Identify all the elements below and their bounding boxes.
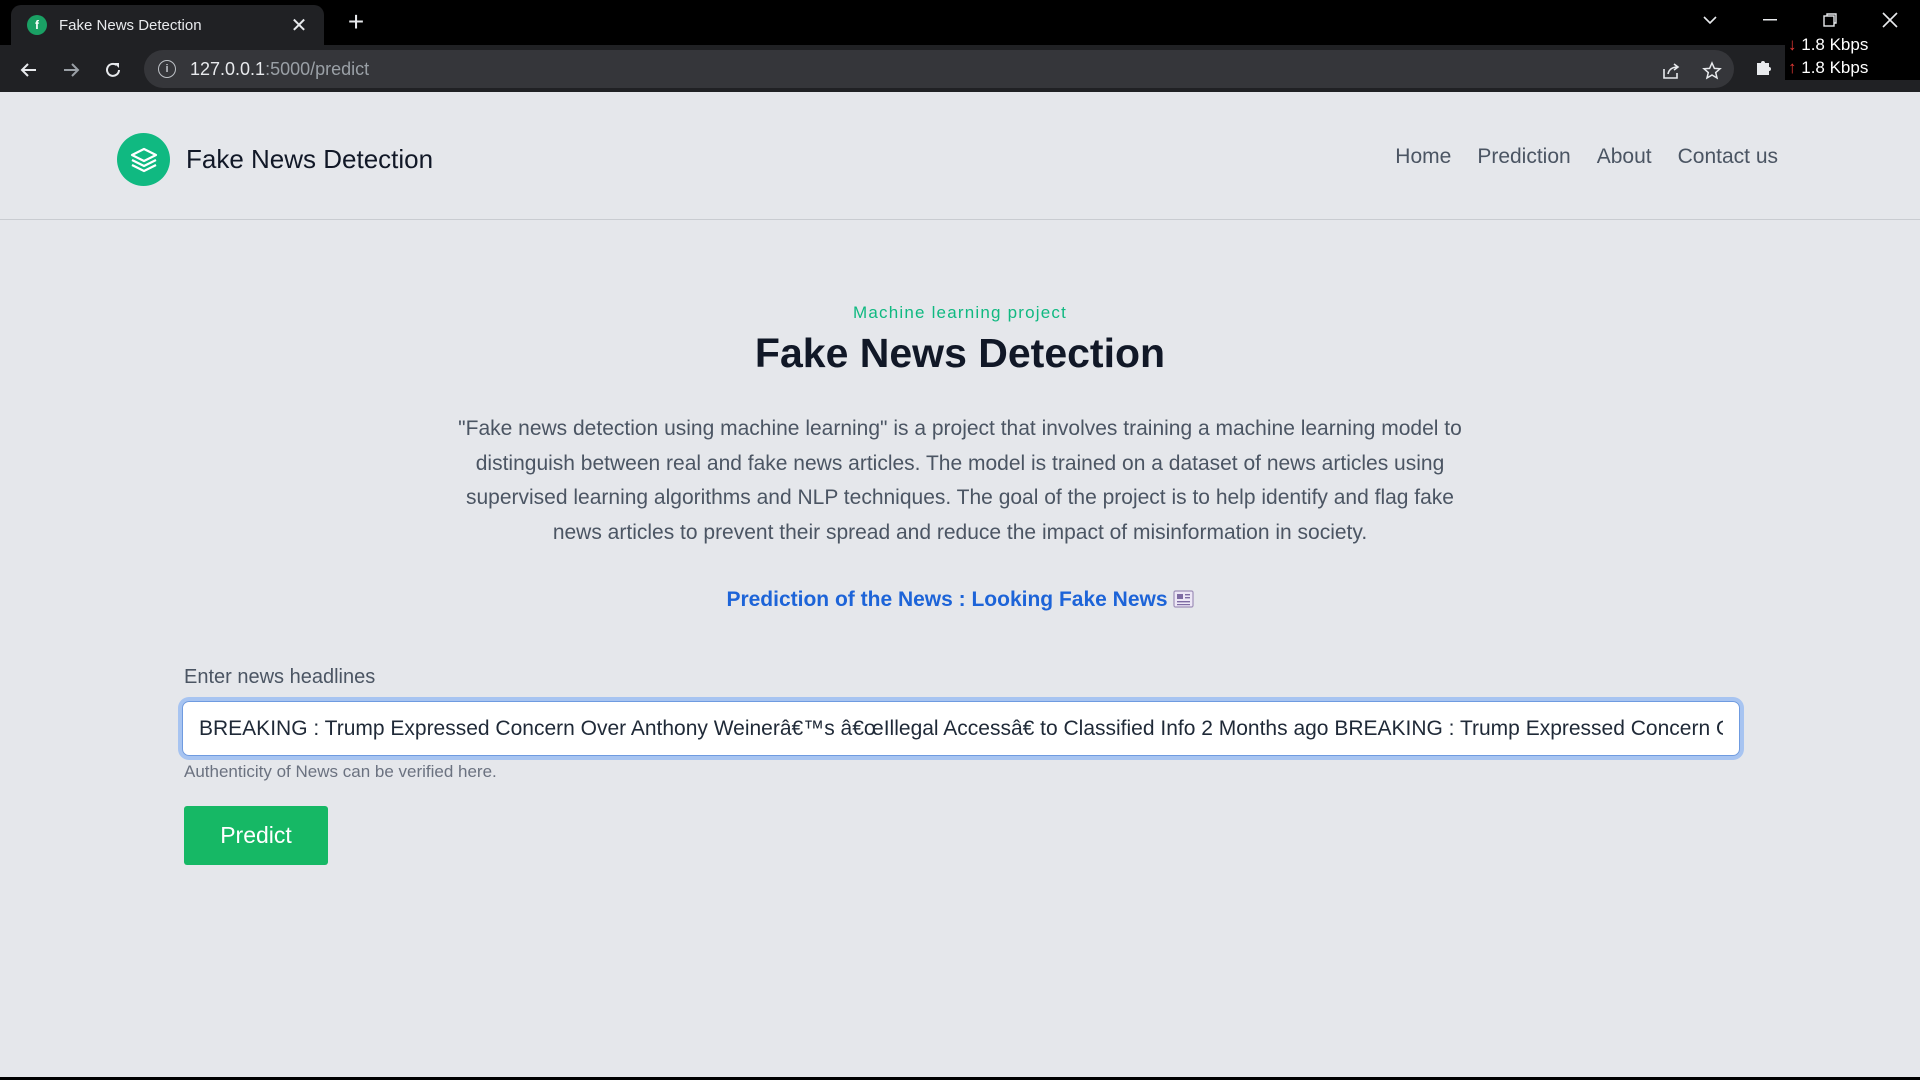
headline-input-wrapper: [182, 701, 1740, 756]
brand[interactable]: Fake News Detection: [117, 133, 433, 186]
star-icon[interactable]: [1700, 59, 1724, 83]
upload-speed: ↑ 1.8 Kbps: [1788, 56, 1920, 79]
nav-prediction[interactable]: Prediction: [1477, 145, 1570, 169]
address-bar[interactable]: i 127.0.0.1:5000/predict: [144, 50, 1734, 88]
main-nav: Home Prediction About Contact us: [1395, 145, 1778, 169]
browser-tab[interactable]: f Fake News Detection ✕: [11, 5, 324, 45]
url-host: 127.0.0.1: [190, 58, 266, 79]
download-arrow-icon: ↓: [1788, 35, 1797, 54]
newspaper-icon: [1172, 590, 1194, 614]
nav-home[interactable]: Home: [1395, 145, 1451, 169]
project-description: "Fake news detection using machine learn…: [458, 417, 1462, 544]
helper-text: Authenticity of News can be verified her…: [184, 762, 497, 781]
back-arrow-icon[interactable]: [14, 55, 44, 85]
page-content: Fake News Detection Home Prediction Abou…: [0, 92, 1920, 1076]
site-header: Fake News Detection Home Prediction Abou…: [0, 92, 1920, 220]
headline-input[interactable]: [182, 701, 1740, 756]
layers-icon: [117, 133, 170, 186]
new-tab-button[interactable]: +: [340, 6, 372, 38]
nav-contact[interactable]: Contact us: [1678, 145, 1778, 169]
reload-icon[interactable]: [98, 55, 128, 85]
prediction-text: Prediction of the News : Looking Fake Ne…: [726, 588, 1168, 611]
upload-arrow-icon: ↑: [1788, 58, 1797, 77]
predict-button[interactable]: Predict: [184, 806, 328, 865]
puzzle-icon[interactable]: [1752, 55, 1776, 79]
download-speed-text: 1.8 Kbps: [1801, 35, 1869, 54]
favicon-icon: f: [27, 15, 47, 35]
prediction-result: Prediction of the News : Looking Fake Ne…: [0, 588, 1920, 614]
url-text[interactable]: 127.0.0.1:5000/predict: [190, 59, 369, 80]
network-speed-overlay: ↓ 1.8 Kbps ↑ 1.8 Kbps: [1785, 33, 1920, 80]
headline-label: Enter news headlines: [184, 666, 376, 688]
browser-toolbar: i 127.0.0.1:5000/predict: [0, 45, 1920, 92]
eyebrow-text: Machine learning project: [852, 303, 1067, 322]
share-icon[interactable]: [1659, 59, 1683, 83]
tab-search-icon[interactable]: [1680, 0, 1740, 40]
page-title: Fake News Detection: [754, 330, 1166, 376]
url-path: :5000/predict: [265, 58, 370, 79]
forward-arrow-icon[interactable]: [56, 55, 86, 85]
tab-title: Fake News Detection: [59, 16, 202, 34]
browser-tab-strip: f Fake News Detection ✕ +: [0, 0, 1920, 45]
nav-about[interactable]: About: [1597, 145, 1652, 169]
upload-speed-text: 1.8 Kbps: [1801, 58, 1869, 77]
download-speed: ↓ 1.8 Kbps: [1788, 33, 1920, 56]
info-icon[interactable]: i: [158, 60, 176, 78]
tab-close-icon[interactable]: ✕: [288, 13, 310, 38]
brand-name: Fake News Detection: [186, 144, 434, 174]
